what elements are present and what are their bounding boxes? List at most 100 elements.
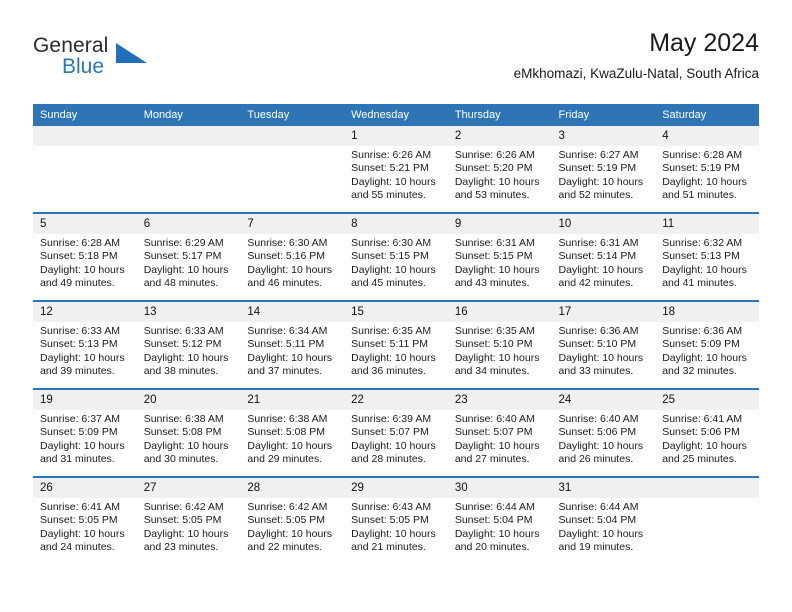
day-number: 16 — [447, 302, 552, 322]
daylight-duration-line1: Daylight: 10 hours — [351, 175, 436, 188]
sunset-time: Sunset: 5:15 PM — [351, 250, 429, 263]
daylight-duration-line2: and 42 minutes. — [558, 277, 634, 290]
sunrise-time: Sunrise: 6:30 AM — [351, 237, 432, 249]
calendar-day-cell[interactable]: 3 Sunrise: 6:27 AM Sunset: 5:19 PM Daylight… — [551, 126, 656, 214]
calendar-day-cell[interactable]: 17 Sunrise: 6:36 AM Sunset: 5:10 PM Dayligh… — [551, 301, 656, 390]
sunrise-time: Sunrise: 6:27 AM — [558, 149, 639, 161]
daylight-duration-line1: Daylight: 10 hours — [143, 439, 229, 452]
calendar-day-cell[interactable]: 10 Sunrise: 6:31 AM Sunset: 5:14 PM Dayligh… — [551, 213, 656, 302]
sunset-time: Sunset: 5:12 PM — [143, 338, 222, 351]
day-details: Sunrise: 6:40 AM Sunset: 5:06 PM Daylight:… — [552, 410, 656, 467]
daylight-duration-line1: Daylight: 10 hours — [247, 527, 333, 540]
day-details: Sunrise: 6:34 AM Sunset: 5:11 PM Daylight:… — [240, 322, 344, 379]
calendar-day-cell[interactable]: 1 Sunrise: 6:26 AM Sunset: 5:21 PM Daylight… — [344, 126, 448, 214]
sunrise-time: Sunrise: 6:43 AM — [351, 501, 432, 513]
calendar-day-cell[interactable]: 6 Sunrise: 6:29 AM Sunset: 5:17 PM Daylight… — [136, 213, 241, 302]
calendar-grid: Sunday Monday Tuesday Wednesday Thursday… — [33, 104, 759, 564]
daylight-duration-line1: Daylight: 10 hours — [351, 263, 436, 276]
day-details — [240, 146, 344, 149]
day-details: Sunrise: 6:31 AM Sunset: 5:14 PM Daylight:… — [552, 234, 656, 291]
daylight-duration-line1: Daylight: 10 hours — [143, 263, 229, 276]
calendar-day-cell[interactable]: 30 Sunrise: 6:44 AM Sunset: 5:04 PM Dayligh… — [447, 477, 552, 564]
calendar-day-cell[interactable]: 28 Sunrise: 6:42 AM Sunset: 5:05 PM Dayligh… — [240, 477, 345, 564]
day-number: 11 — [655, 214, 759, 234]
sunrise-time: Sunrise: 6:40 AM — [454, 413, 535, 425]
sunrise-time: Sunrise: 6:34 AM — [247, 325, 328, 337]
sunset-time: Sunset: 5:05 PM — [40, 514, 118, 527]
page-header: General Blue May 2024 eMkhomazi, KwaZulu… — [33, 28, 759, 96]
daylight-duration-line1: Daylight: 10 hours — [454, 351, 540, 364]
daylight-duration-line1: Daylight: 10 hours — [454, 439, 540, 452]
calendar-day-cell[interactable]: 13 Sunrise: 6:33 AM Sunset: 5:12 PM Dayligh… — [136, 301, 241, 390]
daylight-duration-line2: and 51 minutes. — [662, 189, 737, 202]
daylight-duration-line1: Daylight: 10 hours — [558, 351, 644, 364]
sunrise-time: Sunrise: 6:32 AM — [662, 237, 743, 249]
sunrise-time: Sunrise: 6:41 AM — [40, 501, 120, 513]
day-number: 22 — [344, 390, 448, 410]
calendar-day-cell[interactable]: 20 Sunrise: 6:38 AM Sunset: 5:08 PM Dayligh… — [136, 389, 241, 478]
sunset-time: Sunset: 5:14 PM — [558, 250, 637, 263]
calendar-day-cell[interactable]: 11 Sunrise: 6:32 AM Sunset: 5:13 PM Dayligh… — [655, 213, 759, 302]
calendar-day-cell[interactable]: 26 Sunrise: 6:41 AM Sunset: 5:05 PM Dayligh… — [33, 477, 137, 564]
calendar-week-row: 1 Sunrise: 6:26 AM Sunset: 5:21 PM Daylight… — [33, 126, 759, 214]
sunrise-time: Sunrise: 6:38 AM — [247, 413, 328, 425]
daylight-duration-line1: Daylight: 10 hours — [662, 439, 747, 452]
sunrise-time: Sunrise: 6:28 AM — [662, 149, 743, 161]
calendar-day-cell[interactable]: 22 Sunrise: 6:39 AM Sunset: 5:07 PM Dayligh… — [344, 389, 448, 478]
calendar-day-cell[interactable]: 19 Sunrise: 6:37 AM Sunset: 5:09 PM Dayligh… — [33, 389, 137, 478]
sunrise-time: Sunrise: 6:36 AM — [662, 325, 743, 337]
day-details: Sunrise: 6:31 AM Sunset: 5:15 PM Daylight:… — [448, 234, 552, 291]
daylight-duration-line2: and 55 minutes. — [351, 189, 426, 202]
calendar-day-cell[interactable]: 27 Sunrise: 6:42 AM Sunset: 5:05 PM Dayligh… — [136, 477, 241, 564]
sunrise-time: Sunrise: 6:33 AM — [40, 325, 120, 337]
daylight-duration-line1: Daylight: 10 hours — [351, 351, 436, 364]
day-details: Sunrise: 6:30 AM Sunset: 5:16 PM Daylight:… — [240, 234, 344, 291]
calendar-day-cell[interactable]: 12 Sunrise: 6:33 AM Sunset: 5:13 PM Dayligh… — [33, 301, 137, 390]
calendar-day-cell[interactable]: 16 Sunrise: 6:35 AM Sunset: 5:10 PM Dayligh… — [447, 301, 552, 390]
calendar-day-cell[interactable]: 5 Sunrise: 6:28 AM Sunset: 5:18 PM Daylight… — [33, 213, 137, 302]
day-number — [240, 126, 345, 146]
calendar-day-cell[interactable]: 23 Sunrise: 6:40 AM Sunset: 5:07 PM Dayligh… — [447, 389, 552, 478]
calendar-day-cell[interactable]: 31 Sunrise: 6:44 AM Sunset: 5:04 PM Dayligh… — [551, 477, 656, 564]
day-details: Sunrise: 6:26 AM Sunset: 5:20 PM Daylight:… — [448, 146, 552, 203]
daylight-duration-line2: and 26 minutes. — [558, 453, 634, 466]
day-number: 9 — [447, 214, 552, 234]
day-details: Sunrise: 6:35 AM Sunset: 5:11 PM Daylight:… — [344, 322, 448, 379]
calendar-day-cell[interactable]: 24 Sunrise: 6:40 AM Sunset: 5:06 PM Dayligh… — [551, 389, 656, 478]
sunset-time: Sunset: 5:10 PM — [454, 338, 533, 351]
weekday-header-wednesday: Wednesday — [344, 104, 448, 126]
daylight-duration-line1: Daylight: 10 hours — [558, 263, 644, 276]
day-number: 10 — [551, 214, 656, 234]
calendar-day-cell[interactable]: 2 Sunrise: 6:26 AM Sunset: 5:20 PM Daylight… — [447, 126, 552, 214]
daylight-duration-line1: Daylight: 10 hours — [247, 263, 333, 276]
sunrise-time: Sunrise: 6:44 AM — [558, 501, 639, 513]
sunset-time: Sunset: 5:05 PM — [143, 514, 222, 527]
calendar-day-cell[interactable]: 15 Sunrise: 6:35 AM Sunset: 5:11 PM Dayligh… — [344, 301, 448, 390]
daylight-duration-line2: and 39 minutes. — [40, 365, 115, 378]
sunrise-time: Sunrise: 6:41 AM — [662, 413, 743, 425]
calendar-day-cell[interactable]: 7 Sunrise: 6:30 AM Sunset: 5:16 PM Daylight… — [240, 213, 345, 302]
sunset-time: Sunset: 5:21 PM — [351, 162, 429, 175]
general-blue-logo[interactable]: General Blue — [33, 34, 263, 90]
calendar-day-cell[interactable]: 14 Sunrise: 6:34 AM Sunset: 5:11 PM Dayligh… — [240, 301, 345, 390]
calendar-day-cell[interactable]: 21 Sunrise: 6:38 AM Sunset: 5:08 PM Dayligh… — [240, 389, 345, 478]
day-details: Sunrise: 6:41 AM Sunset: 5:05 PM Daylight:… — [33, 498, 137, 555]
calendar-week-row: 26 Sunrise: 6:41 AM Sunset: 5:05 PM Dayligh… — [33, 477, 759, 564]
sunset-time: Sunset: 5:06 PM — [558, 426, 637, 439]
calendar-day-cell[interactable]: 8 Sunrise: 6:30 AM Sunset: 5:15 PM Daylight… — [344, 213, 448, 302]
day-number: 17 — [551, 302, 656, 322]
sunset-time: Sunset: 5:09 PM — [662, 338, 740, 351]
calendar-page: General Blue May 2024 eMkhomazi, KwaZulu… — [0, 0, 792, 612]
day-number: 29 — [344, 478, 448, 498]
day-details: Sunrise: 6:43 AM Sunset: 5:05 PM Daylight:… — [344, 498, 448, 555]
calendar-day-cell[interactable]: 4 Sunrise: 6:28 AM Sunset: 5:19 PM Daylight… — [655, 126, 759, 214]
daylight-duration-line1: Daylight: 10 hours — [454, 263, 540, 276]
daylight-duration-line1: Daylight: 10 hours — [40, 263, 125, 276]
calendar-day-cell[interactable]: 9 Sunrise: 6:31 AM Sunset: 5:15 PM Daylight… — [447, 213, 552, 302]
calendar-day-cell[interactable]: 18 Sunrise: 6:36 AM Sunset: 5:09 PM Dayligh… — [655, 301, 759, 390]
day-number: 12 — [33, 302, 137, 322]
daylight-duration-line2: and 36 minutes. — [351, 365, 426, 378]
calendar-day-cell[interactable]: 25 Sunrise: 6:41 AM Sunset: 5:06 PM Dayligh… — [655, 389, 759, 478]
calendar-day-cell[interactable]: 29 Sunrise: 6:43 AM Sunset: 5:05 PM Dayligh… — [344, 477, 448, 564]
sunrise-time: Sunrise: 6:40 AM — [558, 413, 639, 425]
